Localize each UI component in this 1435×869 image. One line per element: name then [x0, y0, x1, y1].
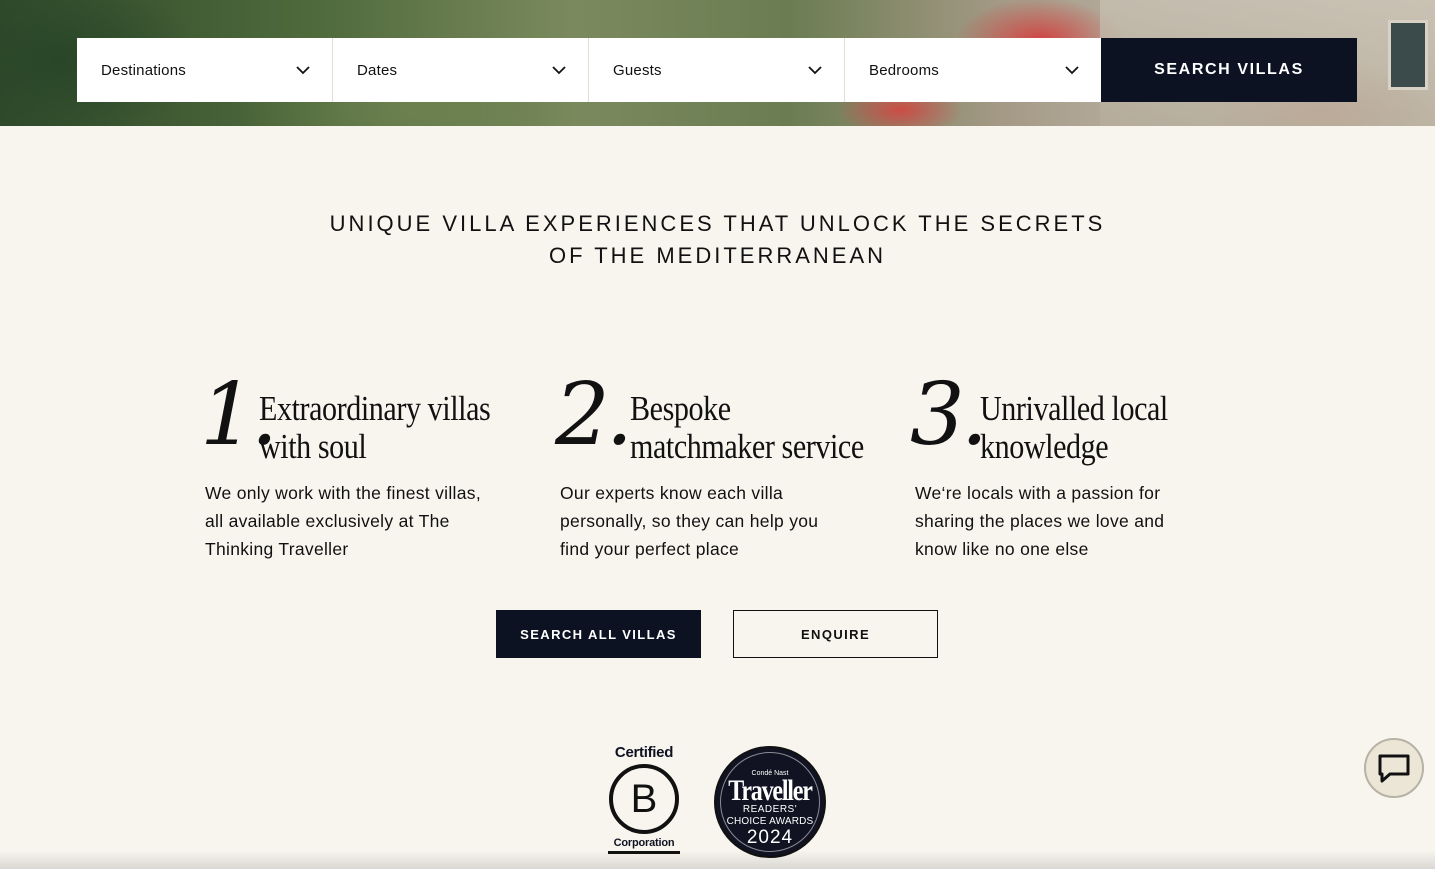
bcorp-letter: B	[631, 777, 658, 821]
feature-title-line-1: Unrivalled local	[980, 389, 1168, 428]
bcorp-corporation-text: Corporation	[613, 837, 675, 849]
chat-bubble-icon	[1378, 754, 1410, 783]
bedrooms-dropdown[interactable]: Bedrooms	[845, 38, 1101, 102]
feature-number: 3.	[910, 365, 988, 465]
feature-title-line-2: matchmaker service	[630, 427, 864, 466]
feature-title: Bespoke matchmaker service	[630, 390, 864, 466]
feature-desc-line-3: find your perfect place	[560, 539, 740, 559]
badge-brand: Traveller	[728, 774, 813, 807]
feature-desc-line-1: We‘re locals with a passion for	[915, 483, 1161, 503]
feature-title-line-1: Bespoke	[630, 389, 731, 428]
conde-nast-traveller-award-badge: Condé Nast Traveller READERS' CHOICE AWA…	[714, 746, 826, 858]
feature-description: We only work with the finest villas, all…	[205, 479, 525, 563]
chevron-down-icon	[808, 63, 822, 77]
feature-desc-line-2: all available exclusively at The	[205, 511, 450, 531]
feature-desc-line-2: sharing the places we love and	[915, 511, 1165, 531]
feature-description: Our experts know each villa personally, …	[560, 479, 880, 563]
destinations-label: Destinations	[101, 61, 186, 79]
search-villas-button[interactable]: SEARCH VILLAS	[1101, 38, 1357, 102]
hero-window	[1388, 20, 1428, 90]
search-all-villas-button[interactable]: SEARCH ALL VILLAS	[496, 610, 701, 658]
headline-line-1: UNIQUE VILLA EXPERIENCES THAT UNLOCK THE…	[329, 211, 1106, 236]
page-bottom-edge	[0, 850, 1435, 869]
feature-desc-line-1: We only work with the finest villas,	[205, 483, 481, 503]
feature-desc-line-3: know like no one else	[915, 539, 1089, 559]
guests-dropdown[interactable]: Guests	[589, 38, 845, 102]
enquire-button[interactable]: ENQUIRE	[733, 610, 938, 658]
dates-label: Dates	[357, 61, 398, 79]
badge-year: 2024	[746, 827, 794, 848]
feature-number: 2.	[555, 365, 633, 465]
feature-desc-line-2: personally, so they can help you	[560, 511, 819, 531]
feature-title-line-1: Extraordinary villas	[259, 389, 491, 428]
feature-title: Unrivalled local knowledge	[980, 390, 1168, 466]
chevron-down-icon	[1065, 63, 1079, 77]
badge-readers: READERS'	[742, 804, 798, 815]
guests-label: Guests	[613, 61, 662, 79]
headline-line-2: OF THE MEDITERRANEAN	[548, 243, 887, 268]
dates-dropdown[interactable]: Dates	[333, 38, 589, 102]
feature-desc-line-1: Our experts know each villa	[560, 483, 784, 503]
badge-choice-awards: CHOICE AWARDS	[726, 816, 814, 827]
bedrooms-label: Bedrooms	[869, 61, 939, 79]
page-headline: UNIQUE VILLA EXPERIENCES THAT UNLOCK THE…	[0, 208, 1435, 272]
feature-description: We‘re locals with a passion for sharing …	[915, 479, 1235, 563]
feature-title: Extraordinary villas with soul	[259, 389, 491, 466]
villa-search-bar: Destinations Dates Guests Bedrooms SEARC…	[77, 38, 1357, 102]
feature-desc-line-3: Thinking Traveller	[205, 539, 349, 559]
chat-widget-button[interactable]	[1364, 738, 1424, 798]
feature-title-line-2: with soul	[259, 427, 367, 466]
b-corp-certified-badge: Certified B Corporation	[603, 744, 685, 860]
bcorp-certified-text: Certified	[614, 744, 674, 761]
bcorp-logo-icon: B	[609, 764, 679, 834]
chevron-down-icon	[296, 63, 310, 77]
chevron-down-icon	[552, 63, 566, 77]
feature-title-line-2: knowledge	[980, 427, 1109, 466]
destinations-dropdown[interactable]: Destinations	[77, 38, 333, 102]
